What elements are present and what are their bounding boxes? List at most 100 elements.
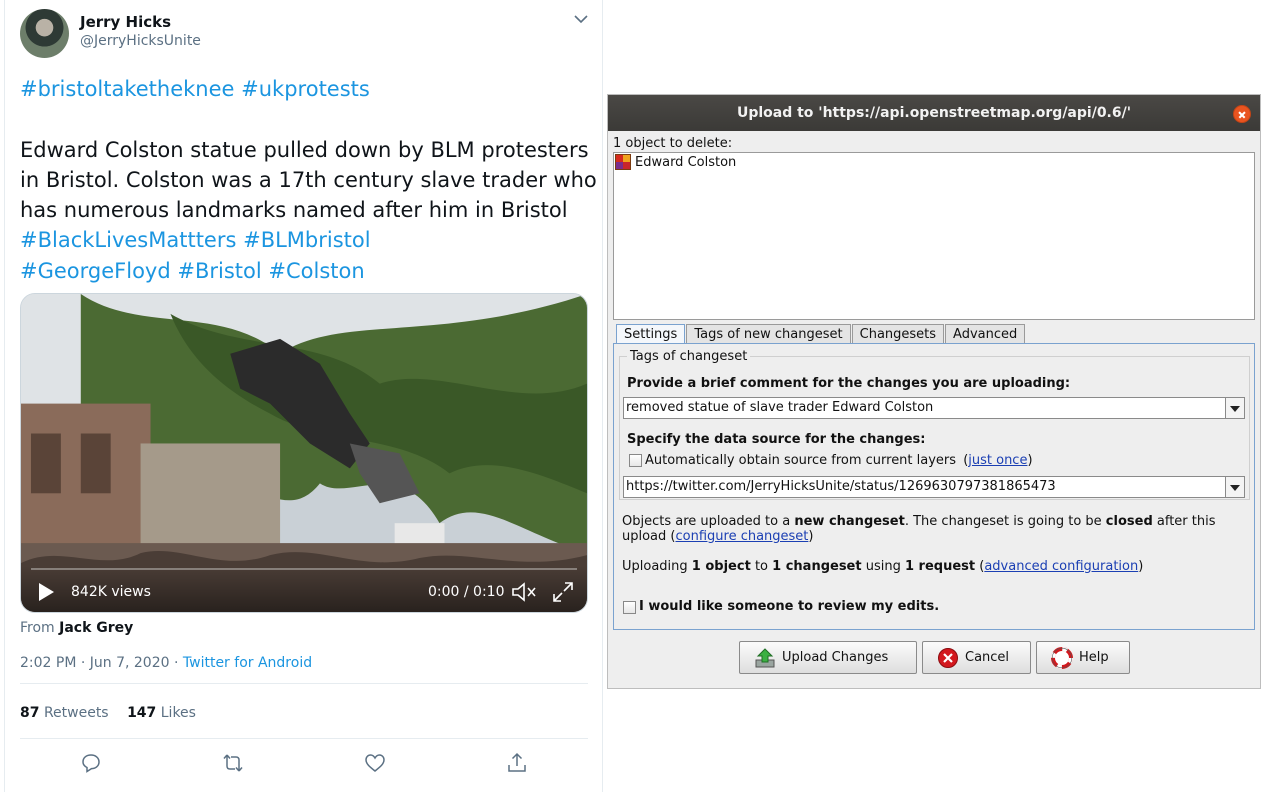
likes-count: 147	[127, 705, 157, 721]
comment-combobox[interactable]: removed statue of slave trader Edward Co…	[623, 397, 1245, 419]
upload-info-line2: upload (configure changeset)	[622, 529, 813, 544]
hashtag-link[interactable]: #ukprotests	[241, 77, 370, 101]
paren-close: )	[1027, 453, 1033, 468]
divider	[20, 738, 588, 739]
from-credit: From Jack Grey	[20, 620, 133, 636]
info-text: after this	[1152, 514, 1216, 529]
info-text: . The changeset is going to be	[904, 514, 1106, 529]
retweets-label: Retweets	[43, 705, 109, 721]
play-icon[interactable]	[37, 582, 55, 602]
info-bold: new changeset	[794, 514, 905, 529]
hashtag-link[interactable]: #GeorgeFloyd	[20, 259, 171, 283]
help-lifebuoy-icon	[1051, 646, 1073, 669]
upload-info-line1: Objects are uploaded to a new changeset.…	[622, 514, 1216, 529]
hashtag-link[interactable]: #Bristol	[177, 259, 261, 283]
dialog-title: Upload to 'https://api.openstreetmap.org…	[736, 105, 1132, 121]
chevron-down-icon[interactable]	[1225, 477, 1244, 497]
retweet-icon[interactable]	[221, 751, 245, 775]
hashtag-line-1: #BlackLivesMattters #BLMbristol	[20, 225, 595, 255]
hashtag-link[interactable]: #BlackLivesMattters	[20, 228, 236, 252]
info-text: )	[1138, 559, 1144, 574]
hashtag-line-2: #GeorgeFloyd #Bristol #Colston	[20, 256, 595, 286]
delete-list[interactable]: Edward Colston	[613, 152, 1255, 320]
auto-source-row: Automatically obtain source from current…	[645, 453, 1033, 468]
mute-icon[interactable]	[511, 581, 537, 603]
tweet-meta: 2:02 PM · Jun 7, 2020 · Twitter for Andr…	[20, 655, 312, 671]
group-title: Tags of changeset	[627, 349, 751, 364]
upload-dialog: Upload to 'https://api.openstreetmap.org…	[607, 94, 1261, 689]
hashtag-link[interactable]: #BLMbristol	[243, 228, 370, 252]
upload-summary: Uploading 1 object to 1 changeset using …	[622, 559, 1143, 574]
video-views: 842K views	[71, 584, 151, 600]
info-text: to	[750, 559, 773, 574]
chevron-down-icon[interactable]	[1225, 398, 1244, 418]
info-text: )	[808, 529, 814, 544]
tweet-timestamp[interactable]: 2:02 PM · Jun 7, 2020	[20, 655, 170, 671]
tweet-source[interactable]: Twitter for Android	[183, 655, 312, 671]
cancel-button[interactable]: Cancel	[922, 641, 1031, 674]
info-text: Objects are uploaded to a	[622, 514, 795, 529]
review-label[interactable]: I would like someone to review my edits.	[639, 599, 939, 614]
hashtag-line-top: #bristoltaketheknee #ukprotests	[20, 74, 595, 104]
dialog-titlebar[interactable]: Upload to 'https://api.openstreetmap.org…	[608, 95, 1260, 131]
source-combobox[interactable]: https://twitter.com/JerryHicksUnite/stat…	[623, 476, 1245, 498]
hashtag-link[interactable]: #Colston	[268, 259, 364, 283]
info-bold: 1 object	[691, 559, 751, 574]
advanced-configuration-link[interactable]: advanced configuration	[984, 559, 1138, 574]
upload-changes-label: Upload Changes	[782, 650, 889, 665]
video-progress-bar[interactable]	[31, 568, 577, 570]
settings-panel: Tags of changeset Provide a brief commen…	[613, 343, 1255, 630]
reply-icon[interactable]	[79, 751, 103, 775]
likes-label: Likes	[160, 705, 196, 721]
auto-source-checkbox[interactable]	[629, 454, 642, 467]
tab-changesets[interactable]: Changesets	[851, 324, 945, 344]
likes-stat[interactable]: 147 Likes	[127, 705, 196, 721]
info-bold: 1 request	[904, 559, 976, 574]
tweet-body-line: Edward Colston statue pulled down by BLM…	[20, 137, 589, 162]
author-handle[interactable]: @JerryHicksUnite	[80, 33, 201, 49]
fullscreen-icon[interactable]	[552, 581, 574, 603]
from-label: From	[20, 620, 55, 636]
list-item[interactable]: Edward Colston	[615, 154, 736, 170]
tweet-panel: Jerry Hicks @JerryHicksUnite #bristoltak…	[4, 0, 603, 792]
just-once-link[interactable]: just once	[968, 453, 1027, 468]
upload-changes-button[interactable]: Upload Changes	[739, 641, 917, 674]
hashtag-link[interactable]: #bristoltaketheknee	[20, 77, 234, 101]
comment-label: Provide a brief comment for the changes …	[627, 376, 1071, 391]
configure-changeset-link[interactable]: configure changeset	[675, 529, 808, 544]
like-icon[interactable]	[363, 751, 387, 775]
chevron-down-icon[interactable]	[572, 10, 590, 28]
review-checkbox[interactable]	[623, 601, 636, 614]
tweet-stats: 87 Retweets 147 Likes	[20, 705, 196, 721]
tab-bar: Settings Tags of new changeset Changeset…	[616, 324, 1026, 344]
source-value: https://twitter.com/JerryHicksUnite/stat…	[626, 479, 1056, 494]
delete-label: 1 object to delete:	[613, 136, 733, 151]
info-bold: closed	[1105, 514, 1153, 529]
changeset-tags-group: Tags of changeset Provide a brief commen…	[619, 349, 1250, 500]
retweets-stat[interactable]: 87 Retweets	[20, 705, 113, 721]
tweet-body-line: in Bristol. Colston was a 17th century s…	[20, 167, 597, 192]
comment-value: removed statue of slave trader Edward Co…	[626, 400, 934, 415]
from-name[interactable]: Jack Grey	[59, 620, 133, 636]
video-player[interactable]: 842K views 0:00 / 0:10	[20, 293, 588, 613]
info-bold: 1 changeset	[772, 559, 862, 574]
tab-tags-of-new-changeset[interactable]: Tags of new changeset	[686, 324, 851, 344]
avatar[interactable]	[20, 9, 69, 58]
meta-separator: ·	[173, 655, 179, 671]
close-icon[interactable]	[1233, 105, 1251, 123]
tab-advanced[interactable]: Advanced	[945, 324, 1026, 344]
tweet-text: #bristoltaketheknee #ukprotests Edward C…	[20, 74, 597, 286]
video-time: 0:00 / 0:10	[428, 584, 505, 600]
cancel-label: Cancel	[965, 650, 1010, 665]
share-icon[interactable]	[505, 751, 529, 775]
tab-settings[interactable]: Settings	[616, 324, 686, 344]
auto-source-label[interactable]: Automatically obtain source from current…	[645, 453, 956, 468]
info-text: using	[861, 559, 905, 574]
list-item-label: Edward Colston	[635, 154, 737, 170]
help-button[interactable]: Help	[1036, 641, 1130, 674]
node-icon	[615, 154, 631, 170]
info-text: Uploading	[622, 559, 692, 574]
author-name[interactable]: Jerry Hicks	[80, 13, 171, 31]
info-text: upload (	[622, 529, 676, 544]
